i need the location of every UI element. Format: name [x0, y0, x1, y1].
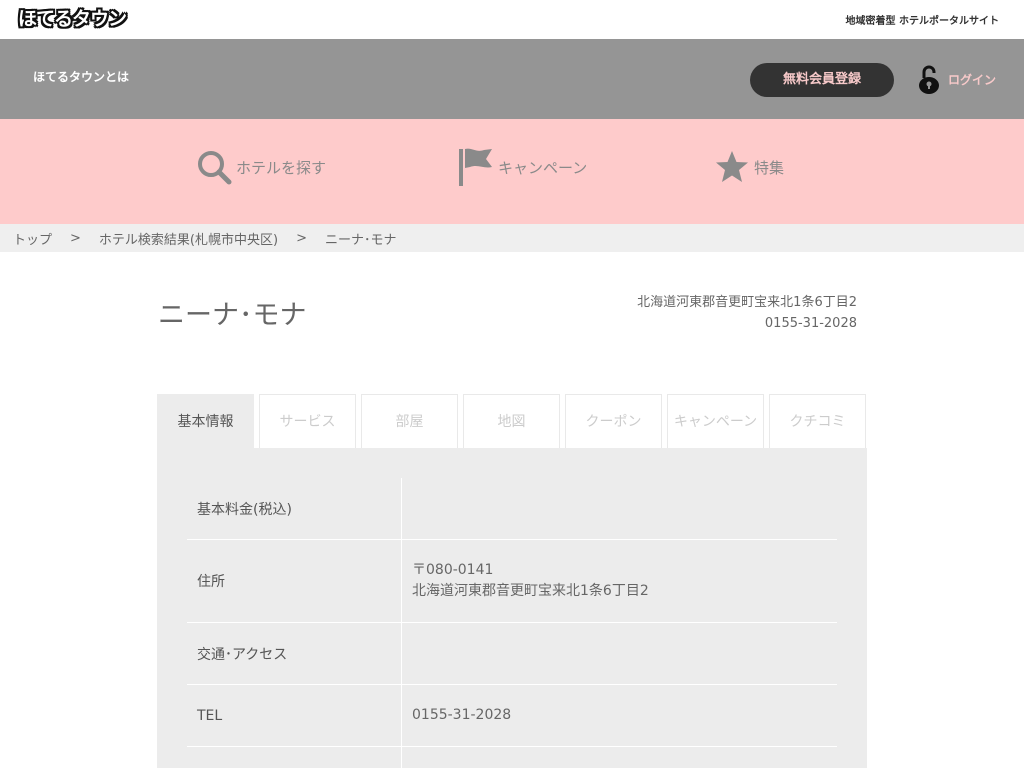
table-row: 交通･アクセス	[187, 623, 837, 685]
tab-map[interactable]: 地図	[463, 394, 560, 448]
row-value: 〒080-0141 北海道河東郡音更町宝来北1条6丁目2	[402, 540, 837, 622]
flag-icon	[459, 148, 492, 186]
site-logo[interactable]: ほてるタウン	[14, 6, 130, 32]
row-label: 交通･アクセス	[187, 623, 402, 684]
row-label: 住所	[187, 540, 402, 622]
page-title: ニーナ･モナ	[158, 300, 307, 331]
tab-reviews[interactable]: クチコミ	[769, 394, 866, 448]
tab-campaign[interactable]: キャンペーン	[667, 394, 764, 448]
breadcrumb-separator: >	[296, 230, 307, 246]
table-row: 住所 〒080-0141 北海道河東郡音更町宝来北1条6丁目2	[187, 540, 837, 623]
detail-tabs: 基本情報 サービス 部屋 地図 クーポン キャンペーン クチコミ	[157, 394, 867, 448]
header-bar: ほてるタウンとは 無料会員登録 ログイン	[0, 39, 1024, 119]
row-value	[402, 478, 837, 539]
nav-item-label: ホテルを探す	[236, 158, 327, 177]
nav-item-campaign[interactable]: キャンペーン	[458, 147, 587, 187]
star-icon	[716, 151, 748, 182]
tab-rooms[interactable]: 部屋	[361, 394, 458, 448]
row-value	[402, 747, 837, 768]
row-label: TEL	[187, 685, 402, 746]
top-bar: ほてるタウン 地域密着型 ホテルポータルサイト	[0, 0, 1024, 39]
nav-item-feature[interactable]: 特集	[714, 147, 784, 187]
register-button[interactable]: 無料会員登録	[750, 63, 894, 97]
row-label	[187, 747, 402, 768]
hotel-phone: 0155-31-2028	[764, 316, 857, 331]
unlock-icon	[919, 65, 939, 94]
phone-value: 0155-31-2028	[412, 707, 512, 723]
row-value	[402, 623, 837, 684]
hotel-address: 北海道河東郡音更町宝来北1条6丁目2	[637, 295, 857, 310]
login-label: ログイン	[948, 72, 997, 87]
site-tagline: 地域密着型 ホテルポータルサイト	[845, 16, 999, 27]
tab-coupon[interactable]: クーポン	[565, 394, 662, 448]
nav-item-label: キャンペーン	[498, 158, 588, 177]
table-row: 基本料金(税込)	[187, 478, 837, 540]
nav-item-search[interactable]: ホテルを探す	[196, 147, 326, 187]
breadcrumb-item-current: ニーナ･モナ	[324, 232, 397, 248]
breadcrumb: トップ > ホテル検索結果(札幌市中央区) > ニーナ･モナ	[0, 224, 1024, 252]
basic-info-panel: 基本料金(税込) 住所 〒080-0141 北海道河東郡音更町宝来北1条6丁目2…	[157, 448, 867, 768]
row-value: 0155-31-2028	[402, 685, 837, 746]
row-label: 基本料金(税込)	[187, 478, 402, 539]
tab-services[interactable]: サービス	[259, 394, 356, 448]
info-table: 基本料金(税込) 住所 〒080-0141 北海道河東郡音更町宝来北1条6丁目2…	[187, 478, 837, 768]
search-icon	[198, 151, 232, 185]
table-row: TEL 0155-31-2028	[187, 685, 837, 747]
address-line: 北海道河東郡音更町宝来北1条6丁目2	[412, 583, 649, 599]
main-nav: ホテルを探す キャンペーン 特集	[0, 119, 1024, 224]
breadcrumb-item-search-results[interactable]: ホテル検索結果(札幌市中央区)	[99, 229, 278, 248]
breadcrumb-item-top[interactable]: トップ	[13, 229, 52, 248]
postal-code: 〒080-0141	[412, 562, 494, 578]
hotel-contact: 北海道河東郡音更町宝来北1条6丁目2 0155-31-2028	[637, 292, 857, 334]
about-link[interactable]: ほてるタウンとは	[33, 68, 129, 85]
nav-item-label: 特集	[754, 158, 785, 177]
tab-basic-info[interactable]: 基本情報	[157, 394, 254, 448]
table-row	[187, 747, 837, 768]
login-link[interactable]: ログイン	[918, 64, 996, 94]
breadcrumb-separator: >	[70, 230, 81, 246]
